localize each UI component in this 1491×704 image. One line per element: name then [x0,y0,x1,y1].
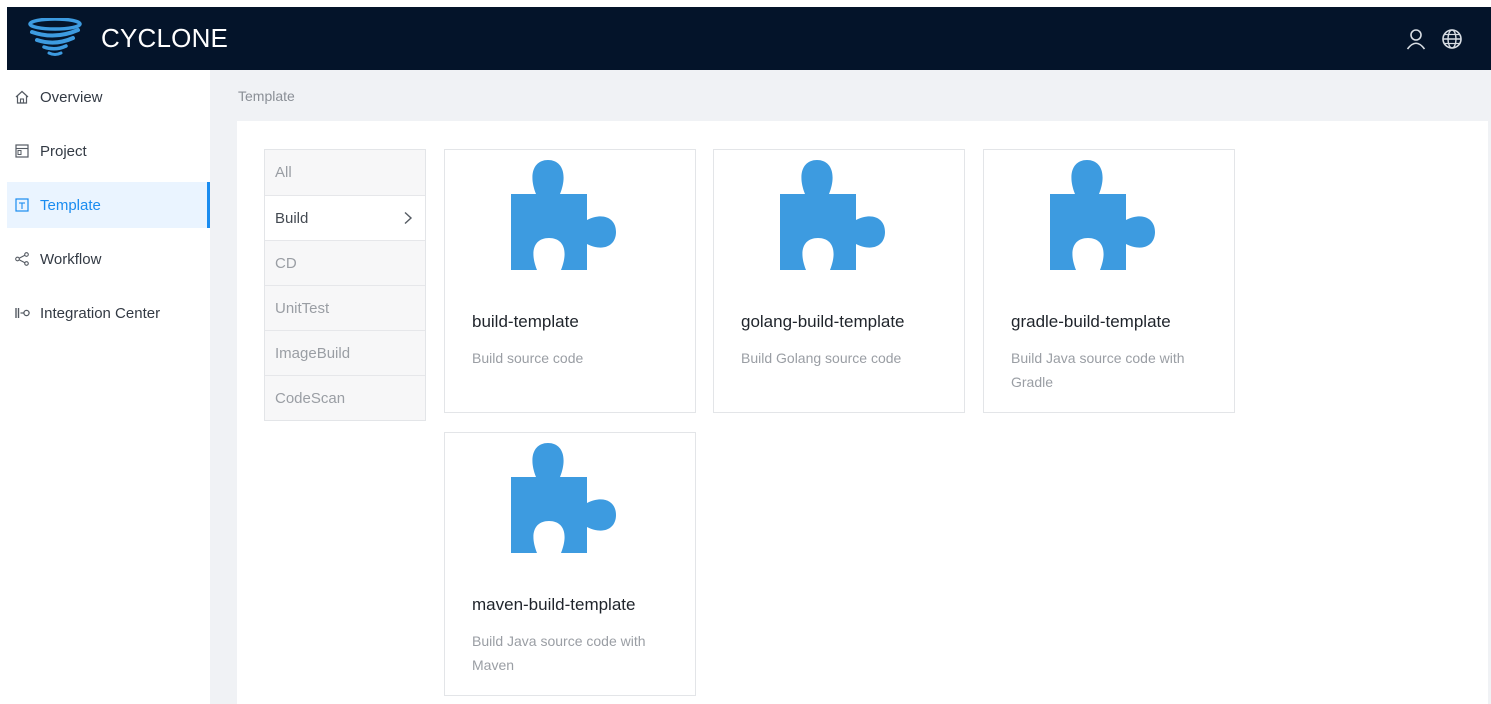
template-card-build[interactable]: build-template Build source code [444,149,696,413]
template-icon [15,198,29,212]
main-area: Template All Build CD UnitTest ImageBuil… [210,70,1491,704]
category-label: UnitTest [275,299,330,317]
category-item-unittest[interactable]: UnitTest [265,285,425,330]
puzzle-icon [511,443,616,553]
sidebar-item-overview[interactable]: Overview [7,74,210,120]
template-card-golang-build[interactable]: golang-build-template Build Golang sourc… [713,149,965,413]
top-header: CYCLONE [7,7,1491,70]
content-panel: All Build CD UnitTest ImageBuild CodeSca… [237,121,1488,704]
puzzle-icon [511,160,616,270]
template-title: maven-build-template [472,595,636,614]
template-title: gradle-build-template [1011,312,1171,331]
sidebar-item-template[interactable]: Template [7,182,210,228]
template-description: Build Java source code with Maven [472,633,646,673]
share-icon [15,252,29,266]
category-label: Build [275,209,309,227]
home-icon [15,90,29,104]
sidebar: Overview Project Template Workflow Integ… [7,70,210,704]
sidebar-item-label: Template [40,196,101,214]
brand-name: CYCLONE [101,23,229,53]
integration-icon [15,308,30,318]
sidebar-item-workflow[interactable]: Workflow [7,236,210,282]
category-item-build[interactable]: Build [265,195,425,240]
template-card-maven-build[interactable]: maven-build-template Build Java source c… [444,432,696,696]
app-root: CYCLONE Overview Project Template Workfl… [0,0,1491,704]
header-actions [1405,7,1463,70]
category-label: All [275,164,292,181]
sidebar-item-label: Overview [40,88,103,106]
chevron-right-icon [404,211,413,225]
puzzle-icon [780,160,885,270]
category-item-cd[interactable]: CD [265,240,425,285]
template-description: Build source code [472,350,584,366]
category-list: All Build CD UnitTest ImageBuild CodeSca… [264,149,426,421]
sidebar-item-label: Project [40,142,87,160]
template-title: build-template [472,312,579,331]
breadcrumb: Template [238,88,295,104]
category-label: CD [275,254,297,272]
template-description: Build Golang source code [741,350,902,366]
sidebar-item-integration-center[interactable]: Integration Center [7,290,210,336]
cyclone-logo-icon [28,18,82,56]
category-item-all[interactable]: All [265,150,425,195]
sidebar-item-project[interactable]: Project [7,128,210,174]
category-item-imagebuild[interactable]: ImageBuild [265,330,425,375]
puzzle-icon [1050,160,1155,270]
template-title: golang-build-template [741,312,905,331]
sidebar-item-label: Workflow [40,250,102,268]
sidebar-item-label: Integration Center [40,304,161,322]
template-card-gradle-build[interactable]: gradle-build-template Build Java source … [983,149,1235,413]
user-icon[interactable] [1405,28,1427,50]
project-icon [15,144,29,158]
category-label: ImageBuild [275,344,351,362]
category-label: CodeScan [275,389,346,407]
template-description: Build Java source code with Gradle [1011,350,1185,390]
category-item-codescan[interactable]: CodeScan [265,375,425,420]
globe-icon[interactable] [1441,28,1463,50]
